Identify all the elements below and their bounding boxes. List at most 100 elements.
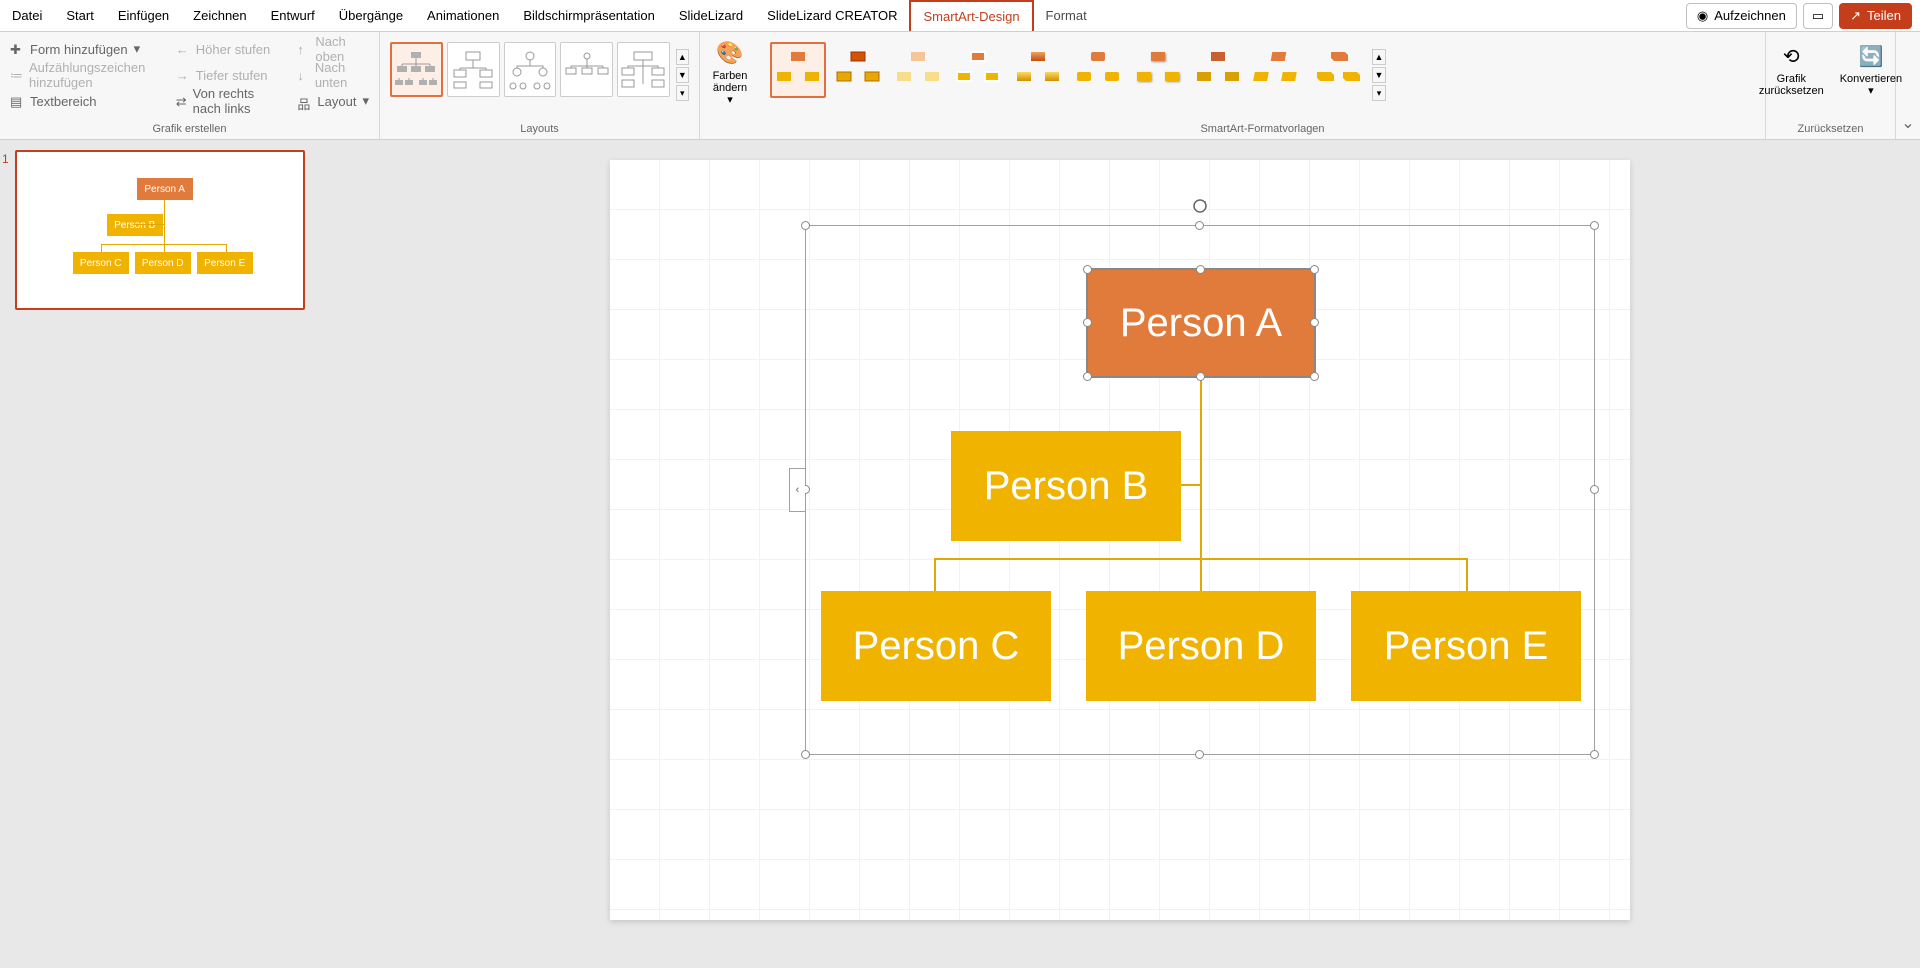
layout-option-3[interactable]	[504, 42, 557, 97]
layout-option-1[interactable]	[390, 42, 443, 97]
resize-handle[interactable]	[1083, 265, 1092, 274]
thumb-box-c: Person C	[73, 252, 129, 274]
tab-bildschirmpraesentation[interactable]: Bildschirmpräsentation	[511, 0, 667, 31]
record-button[interactable]: ◉ Aufzeichnen	[1686, 3, 1797, 29]
change-colors-button[interactable]: 🎨 Farbenändern ▾	[710, 40, 750, 106]
smartart-selection-frame[interactable]: ‹ Person A	[805, 225, 1595, 755]
org-node-b[interactable]: Person B	[951, 431, 1181, 541]
resize-handle[interactable]	[1310, 372, 1319, 381]
rtl-button[interactable]: ⇄ Von rechts nach links	[176, 90, 280, 112]
layout-option-4[interactable]	[560, 42, 613, 97]
resize-handle[interactable]	[1590, 485, 1599, 494]
thumb-box-e: Person E	[197, 252, 253, 274]
styles-more[interactable]: ▾	[1372, 85, 1386, 101]
styles-scroll-down[interactable]: ▼	[1372, 67, 1386, 83]
resize-handle[interactable]	[1083, 318, 1092, 327]
chevron-down-icon: ▾	[362, 93, 369, 109]
layouts-scroll-down[interactable]: ▼	[676, 67, 689, 83]
style-option-10[interactable]	[1310, 42, 1366, 98]
add-bullet-button: ≔ Aufzählungszeichen hinzufügen	[10, 64, 158, 86]
styles-scroll-up[interactable]: ▲	[1372, 49, 1386, 65]
chevron-left-icon: ‹	[796, 484, 800, 496]
record-label: Aufzeichnen	[1714, 8, 1786, 23]
resize-handle[interactable]	[1195, 750, 1204, 759]
rotate-handle[interactable]	[1192, 198, 1208, 214]
org-node-a[interactable]: Person A	[1086, 268, 1316, 378]
resize-handle[interactable]	[801, 750, 810, 759]
add-shape-button[interactable]: ✚ Form hinzufügen ▾	[10, 38, 158, 60]
style-option-4[interactable]	[950, 42, 1006, 98]
thumb-connector	[101, 244, 102, 252]
resize-handle[interactable]	[1196, 372, 1205, 381]
resize-handle[interactable]	[1310, 265, 1319, 274]
ribbon-group-grafik: ✚ Form hinzufügen ▾ ≔ Aufzählungszeichen…	[0, 32, 380, 139]
arrow-up-icon: ↑	[297, 42, 309, 56]
tab-slidelizard-creator[interactable]: SlideLizard CREATOR	[755, 0, 909, 31]
slide-editor[interactable]: ‹ Person A	[320, 140, 1920, 968]
style-option-8[interactable]	[1190, 42, 1246, 98]
tab-format[interactable]: Format	[1034, 0, 1099, 31]
move-down-label: Nach unten	[315, 60, 369, 90]
thumb-connector	[135, 224, 164, 225]
ribbon-group-colors: 🎨 Farbenändern ▾	[700, 32, 760, 139]
resize-handle[interactable]	[1083, 372, 1092, 381]
resize-handle[interactable]	[1195, 221, 1204, 230]
group-label-grafik: Grafik erstellen	[0, 123, 379, 135]
style-option-1[interactable]	[770, 42, 826, 98]
connector	[1466, 558, 1468, 593]
textpane-button[interactable]: ▤ Textbereich	[10, 90, 158, 112]
reset-graphic-button[interactable]: ⟲ Grafikzurücksetzen	[1759, 44, 1824, 108]
style-option-3[interactable]	[890, 42, 946, 98]
group-label-styles: SmartArt-Formatvorlagen	[760, 123, 1765, 135]
tab-zeichnen[interactable]: Zeichnen	[181, 0, 258, 31]
convert-button[interactable]: 🔄 Konvertieren▾	[1840, 44, 1902, 108]
present-icon: ▭	[1812, 8, 1824, 24]
layout-button[interactable]: 品 Layout ▾	[297, 90, 369, 112]
style-option-5[interactable]	[1010, 42, 1066, 98]
resize-handle[interactable]	[1590, 221, 1599, 230]
change-colors-label2: ändern	[713, 82, 747, 94]
convert-icon: 🔄	[1858, 44, 1883, 69]
org-node-a-label: Person A	[1120, 301, 1282, 346]
group-label-reset: Zurücksetzen	[1766, 123, 1895, 135]
slide-thumbnail-panel: 1 Person A Person B Person C Person D Pe…	[0, 140, 320, 968]
resize-handle[interactable]	[1196, 265, 1205, 274]
layout-option-5[interactable]	[617, 42, 670, 97]
style-option-7[interactable]	[1130, 42, 1186, 98]
present-button[interactable]: ▭	[1803, 3, 1833, 29]
org-node-d[interactable]: Person D	[1086, 591, 1316, 701]
style-option-9[interactable]	[1250, 42, 1306, 98]
ribbon-group-styles: ▲ ▼ ▾ SmartArt-Formatvorlagen	[760, 32, 1766, 139]
style-option-2[interactable]	[830, 42, 886, 98]
rtl-label: Von rechts nach links	[193, 86, 280, 116]
palette-icon: 🎨	[716, 40, 743, 66]
reset-label1: Grafik	[1777, 73, 1806, 85]
layouts-more[interactable]: ▾	[676, 85, 689, 101]
style-option-6[interactable]	[1070, 42, 1126, 98]
tab-entwurf[interactable]: Entwurf	[259, 0, 327, 31]
tab-animationen[interactable]: Animationen	[415, 0, 511, 31]
resize-handle[interactable]	[1590, 750, 1599, 759]
thumb-box-b: Person B	[107, 214, 163, 236]
record-icon: ◉	[1697, 8, 1708, 24]
slide-canvas[interactable]: ‹ Person A	[610, 160, 1630, 920]
tab-datei[interactable]: Datei	[0, 0, 54, 31]
tab-slidelizard[interactable]: SlideLizard	[667, 0, 755, 31]
share-label: Teilen	[1867, 8, 1901, 23]
share-button[interactable]: ↗ Teilen	[1839, 3, 1912, 29]
tab-uebergaenge[interactable]: Übergänge	[327, 0, 415, 31]
org-node-c[interactable]: Person C	[821, 591, 1051, 701]
slide-thumbnail-1[interactable]: Person A Person B Person C Person D Pers…	[15, 150, 305, 310]
tab-smartart-design[interactable]: SmartArt-Design	[909, 0, 1033, 31]
textpane-toggle-tab[interactable]: ‹	[789, 468, 805, 512]
layouts-scroll-up[interactable]: ▲	[676, 49, 689, 65]
resize-handle[interactable]	[1310, 318, 1319, 327]
textpane-icon: ▤	[10, 94, 24, 108]
arrow-left-icon: ←	[176, 42, 190, 56]
reset-icon: ⟲	[1783, 44, 1800, 69]
org-node-e[interactable]: Person E	[1351, 591, 1581, 701]
tab-einfuegen[interactable]: Einfügen	[106, 0, 181, 31]
resize-handle[interactable]	[801, 221, 810, 230]
tab-start[interactable]: Start	[54, 0, 105, 31]
layout-option-2[interactable]	[447, 42, 500, 97]
